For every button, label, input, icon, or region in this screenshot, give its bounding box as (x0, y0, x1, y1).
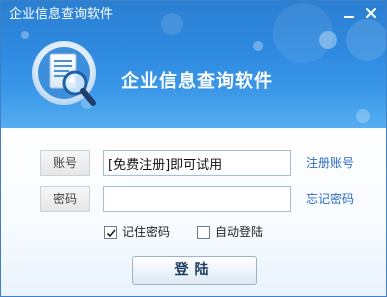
remember-password-checkbox[interactable] (104, 225, 117, 239)
register-link[interactable]: 注册账号 (306, 155, 354, 171)
forgot-password-link[interactable]: 忘记密码 (306, 191, 354, 207)
header-banner: 企业信息查询软件 企业信息查询软件 (1, 1, 386, 128)
decor-bubble (273, 3, 333, 63)
login-button[interactable]: 登陆 (132, 256, 257, 285)
window-title: 企业信息查询软件 (9, 7, 114, 22)
password-label: 密码 (40, 186, 90, 212)
auto-login-label: 自动登陆 (215, 225, 264, 239)
account-input[interactable] (103, 150, 291, 176)
auto-login-checkbox[interactable] (197, 225, 210, 239)
password-input[interactable] (103, 186, 291, 212)
auto-login-option[interactable]: 自动登陆 (197, 224, 263, 240)
account-label: 账号 (40, 150, 90, 176)
app-name-heading: 企业信息查询软件 (121, 71, 273, 92)
login-form: 账号 注册账号 密码 忘记密码 记住密码 自动登陆 登陆 (1, 128, 386, 296)
document-search-icon (31, 39, 103, 115)
login-window: 企业信息查询软件 企业信息查询软件 账号 [免费注册]即可试用 注册账号 密码 … (0, 0, 387, 297)
decor-bubble (161, 13, 183, 35)
minimize-icon[interactable] (339, 5, 359, 23)
decor-bubble (253, 41, 263, 51)
remember-password-label: 记住密码 (122, 225, 171, 239)
decor-bubble (346, 19, 386, 61)
close-icon[interactable] (361, 5, 381, 23)
decor-bubble (21, 31, 29, 39)
remember-password-option[interactable]: 记住密码 (104, 224, 170, 240)
decor-bubble (356, 109, 370, 123)
